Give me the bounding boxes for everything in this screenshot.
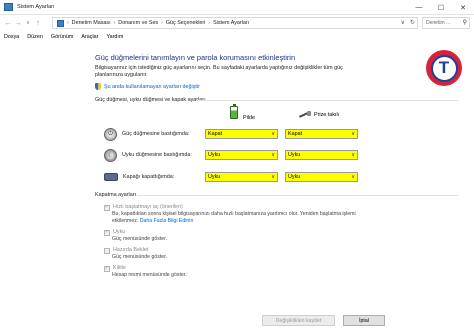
menu-duzen[interactable]: Düzen	[27, 34, 43, 40]
lock-checkbox-row: ✓ Kilitle	[104, 265, 126, 272]
chevron-down-icon: ∨	[271, 152, 275, 158]
hibernate-checkbox-row: Hazırda Beklet	[104, 247, 148, 254]
laptop-lid-icon	[104, 173, 118, 181]
select-value: Uyku	[288, 152, 301, 158]
sleep-checkbox-row: ✓ Uyku	[104, 229, 125, 236]
menu-dosya[interactable]: Dosya	[4, 34, 19, 40]
cancel-button[interactable]: İptal	[343, 315, 385, 326]
logo: T	[426, 50, 462, 86]
menu-gorunum[interactable]: Görünüm	[51, 34, 73, 40]
section-heading-buttons: Güç düğmesi, uyku düğmesi ve kapak ayarl…	[95, 97, 206, 103]
select-value: Uyku	[288, 174, 301, 180]
lid-close-label: Kapağı kapattığımda:	[123, 174, 175, 180]
sleep-button-icon: ☾	[104, 148, 117, 162]
hibernate-label: Hazırda Beklet	[113, 247, 149, 253]
breadcrumb-separator: ›	[67, 20, 69, 26]
chevron-down-icon: ∨	[351, 152, 355, 158]
window-controls: — ☐ ✕	[408, 0, 474, 15]
search-placeholder: Denetim ...	[426, 20, 451, 26]
fast-startup-description: Bu, kapattıktan sonra kişisel bilgisayar…	[112, 211, 372, 225]
breadcrumb-item[interactable]: Denetim Masası	[72, 20, 111, 26]
logo-letter: T	[430, 54, 458, 82]
breadcrumb-separator: ›	[208, 20, 211, 26]
control-panel-crumb-icon	[57, 19, 64, 27]
breadcrumb-item[interactable]: Sistem Ayarları	[213, 20, 249, 26]
breadcrumb[interactable]: › Denetim Masası › Donanım ve Ses › Güç …	[52, 17, 418, 29]
power-plug-icon	[299, 111, 311, 118]
save-changes-button[interactable]: Değişiklikleri kaydet	[262, 315, 335, 326]
menu-araclar[interactable]: Araçlar	[81, 34, 98, 40]
menu-bar: Dosya Düzen Görünüm Araçlar Yardım	[0, 31, 474, 42]
sleep-button-plugged-select[interactable]: Uyku ∨	[285, 150, 358, 160]
fast-startup-checkbox-row: ✓ Hızlı başlatmayı aç (önerilen)	[104, 204, 183, 211]
breadcrumb-separator: ›	[161, 20, 163, 26]
lock-checkbox[interactable]: ✓	[104, 265, 110, 272]
sleep-label: Uyku	[113, 229, 126, 235]
recent-locations-chevron-icon[interactable]: ∨	[23, 17, 33, 29]
breadcrumb-separator: ›	[113, 20, 116, 26]
battery-icon	[230, 104, 238, 119]
select-value: Kapat	[288, 131, 303, 137]
select-value: Kapat	[208, 131, 223, 137]
address-dropdown-icon[interactable]: ∨	[401, 18, 405, 28]
chevron-down-icon: ∨	[351, 131, 355, 137]
power-button-label: Güç düğmesine bastığımda:	[122, 131, 190, 137]
plugged-column-header: Prize takılı	[299, 111, 339, 118]
control-panel-icon	[4, 3, 13, 11]
lid-close-battery-select[interactable]: Uyku ∨	[205, 172, 278, 182]
plugged-column-label: Prize takılı	[314, 111, 340, 118]
divider	[196, 100, 458, 101]
sleep-button-row: ☾ Uyku düğmesine bastığımda:	[104, 148, 192, 162]
lid-close-row: Kapağı kapattığımda:	[104, 170, 174, 184]
sleep-checkbox[interactable]: ✓	[104, 229, 110, 236]
battery-column-label: Pilde	[243, 114, 255, 121]
lid-close-plugged-select[interactable]: Uyku ∨	[285, 172, 358, 182]
uac-shield-icon	[95, 83, 101, 90]
page-title: Güç düğmelerini tanımlayın ve parola kor…	[95, 53, 296, 62]
search-input[interactable]: Denetim ... ⚲	[422, 17, 470, 29]
hibernate-checkbox[interactable]	[104, 247, 110, 254]
window-title: Sistem Ayarları	[17, 4, 55, 10]
battery-column-header: Pilde	[230, 104, 255, 121]
address-bar: ← → ∨ ↑ › Denetim Masası › Donanım ve Se…	[0, 15, 474, 31]
back-arrow-icon[interactable]: ←	[3, 17, 13, 29]
select-value: Uyku	[208, 174, 221, 180]
chevron-down-icon: ∨	[271, 174, 275, 180]
power-button-battery-select[interactable]: Kapat ∨	[205, 129, 278, 139]
learn-more-link[interactable]: Daha Fazla Bilgi Edinin	[140, 218, 194, 224]
fast-startup-checkbox[interactable]: ✓	[104, 204, 110, 211]
chevron-down-icon: ∨	[271, 131, 275, 137]
divider	[137, 195, 458, 196]
page-description: Bilgisayarınız için istediğiniz güç ayar…	[95, 65, 343, 78]
refresh-icon[interactable]: ↻	[410, 18, 415, 28]
lock-label: Kilitle	[113, 265, 126, 271]
title-bar: Sistem Ayarları — ☐ ✕	[0, 0, 474, 15]
breadcrumb-item[interactable]: Güç Seçenekleri	[166, 20, 206, 26]
select-value: Uyku	[208, 152, 221, 158]
menu-yardim[interactable]: Yardım	[106, 34, 123, 40]
breadcrumb-item[interactable]: Donanım ve Ses	[118, 20, 158, 26]
link-label[interactable]: Şu anda kullanılamayan ayarları değiştir	[104, 84, 200, 90]
close-button[interactable]: ✕	[452, 0, 474, 15]
sleep-button-label: Uyku düğmesine bastığımda:	[122, 152, 192, 158]
power-button-icon: ⏻	[104, 127, 117, 141]
forward-arrow-icon[interactable]: →	[13, 17, 23, 29]
search-icon: ⚲	[462, 20, 467, 26]
fast-startup-label: Hızlı başlatmayı aç (önerilen)	[113, 204, 183, 210]
sleep-description: Güç menüsünde göster.	[112, 236, 168, 242]
chevron-down-icon: ∨	[351, 174, 355, 180]
main-content: Güç düğmelerini tanımlayın ve parola kor…	[0, 43, 474, 334]
change-unavailable-settings-link[interactable]: Şu anda kullanılamayan ayarları değiştir	[95, 83, 200, 90]
maximize-button[interactable]: ☐	[430, 0, 452, 15]
hibernate-description: Güç menüsünde göster.	[112, 254, 168, 260]
power-button-plugged-select[interactable]: Kapat ∨	[285, 129, 358, 139]
up-arrow-icon[interactable]: ↑	[33, 17, 43, 29]
minimize-button[interactable]: —	[408, 0, 430, 15]
sleep-button-battery-select[interactable]: Uyku ∨	[205, 150, 278, 160]
lock-description: Hesap resmi menüsünde göster.	[112, 272, 187, 278]
section-heading-shutdown: Kapatma ayarları	[95, 192, 137, 198]
power-button-row: ⏻ Güç düğmesine bastığımda:	[104, 127, 189, 141]
